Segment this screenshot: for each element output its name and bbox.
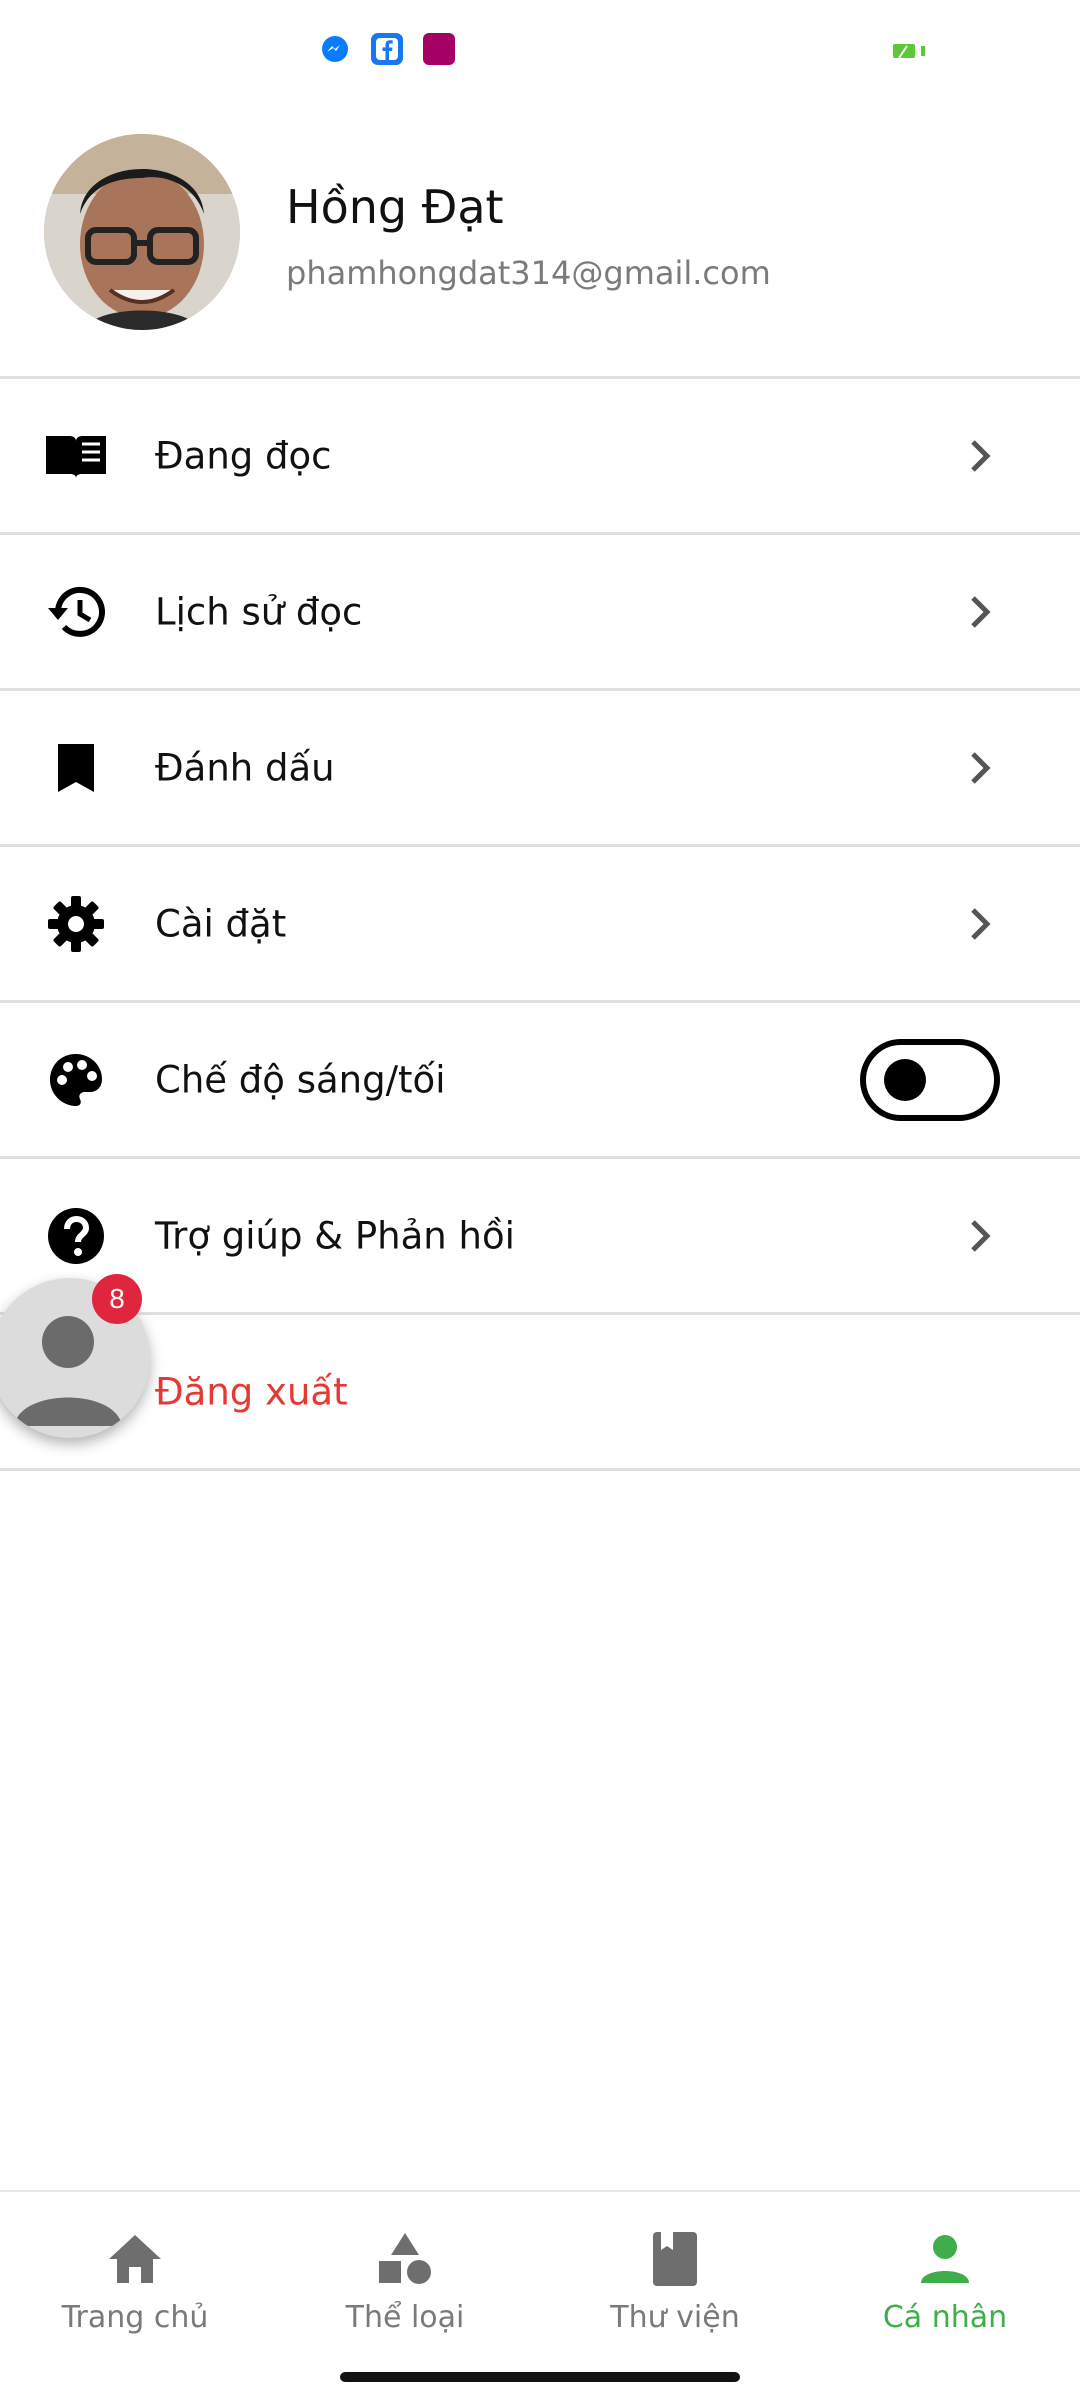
avatar[interactable] bbox=[44, 134, 240, 330]
library-icon bbox=[642, 2226, 708, 2292]
menu-list: Đang đọc Lịch sử đọc Đánh dấu Cài đặt Ch… bbox=[0, 376, 1080, 1471]
nav-label: Trang chủ bbox=[61, 2300, 209, 2335]
home-icon bbox=[102, 2226, 168, 2292]
menu-item-cai-dat[interactable]: Cài đặt bbox=[0, 847, 1080, 1000]
profile-name: Hồng Đạt bbox=[286, 180, 504, 234]
menu-item-label: Trợ giúp & Phản hồi bbox=[155, 1214, 515, 1257]
chevron-right-icon bbox=[971, 439, 991, 472]
category-icon bbox=[372, 2226, 438, 2292]
palette-icon bbox=[40, 1044, 112, 1116]
menu-item-lich-su-doc[interactable]: Lịch sử đọc bbox=[0, 535, 1080, 688]
toggle-knob bbox=[884, 1058, 926, 1101]
theme-toggle-switch[interactable] bbox=[860, 1038, 1000, 1121]
facebook-icon bbox=[370, 32, 404, 66]
menu-item-label: Đánh dấu bbox=[155, 746, 335, 789]
divider bbox=[0, 1468, 1080, 1471]
menu-item-label: Chế độ sáng/tối bbox=[155, 1058, 446, 1101]
menu-item-label: Lịch sử đọc bbox=[155, 590, 363, 633]
floating-chat-bubble[interactable]: 8 bbox=[0, 1274, 150, 1442]
notification-icons bbox=[318, 32, 456, 66]
open-book-icon bbox=[40, 420, 112, 492]
profile-header[interactable]: Hồng Đạt phamhongdat314@gmail.com bbox=[0, 104, 1080, 376]
nav-trang-chu[interactable]: Trang chủ bbox=[0, 2192, 270, 2362]
menu-item-tro-giup-phan-hoi[interactable]: Trợ giúp & Phản hồi bbox=[0, 1159, 1080, 1312]
menu-item-label: Cài đặt bbox=[155, 902, 287, 945]
chevron-right-icon bbox=[971, 907, 991, 940]
status-bar bbox=[0, 0, 1080, 104]
menu-item-label: Đang đọc bbox=[155, 434, 332, 477]
nav-label: Cá nhân bbox=[882, 2300, 1008, 2335]
logout-label: Đăng xuất bbox=[155, 1370, 348, 1413]
notification-badge: 8 bbox=[92, 1274, 142, 1324]
nav-ca-nhan[interactable]: Cá nhân bbox=[810, 2192, 1080, 2362]
bookmark-icon bbox=[40, 732, 112, 804]
home-indicator bbox=[340, 2372, 740, 2382]
menu-item-dang-xuat[interactable]: Đăng xuất bbox=[0, 1315, 1080, 1468]
nav-label: Thể loại bbox=[345, 2300, 465, 2335]
battery-icon bbox=[893, 44, 925, 59]
nav-label: Thư viện bbox=[610, 2300, 740, 2335]
profile-email: phamhongdat314@gmail.com bbox=[286, 254, 771, 292]
menu-item-dang-doc[interactable]: Đang đọc bbox=[0, 379, 1080, 532]
person-icon bbox=[912, 2226, 978, 2292]
chevron-right-icon bbox=[971, 1219, 991, 1252]
nav-thu-vien[interactable]: Thư viện bbox=[540, 2192, 810, 2362]
momo-icon bbox=[422, 32, 456, 66]
history-icon bbox=[40, 576, 112, 648]
messenger-icon bbox=[318, 32, 352, 66]
menu-item-che-do-sang-toi[interactable]: Chế độ sáng/tối bbox=[0, 1003, 1080, 1156]
chevron-right-icon bbox=[971, 751, 991, 784]
help-icon bbox=[40, 1200, 112, 1272]
gear-icon bbox=[40, 888, 112, 960]
menu-item-danh-dau[interactable]: Đánh dấu bbox=[0, 691, 1080, 844]
bottom-navigation: Trang chủ Thể loại Thư viện Cá nhân bbox=[0, 2190, 1080, 2402]
nav-the-loai[interactable]: Thể loại bbox=[270, 2192, 540, 2362]
chevron-right-icon bbox=[971, 595, 991, 628]
